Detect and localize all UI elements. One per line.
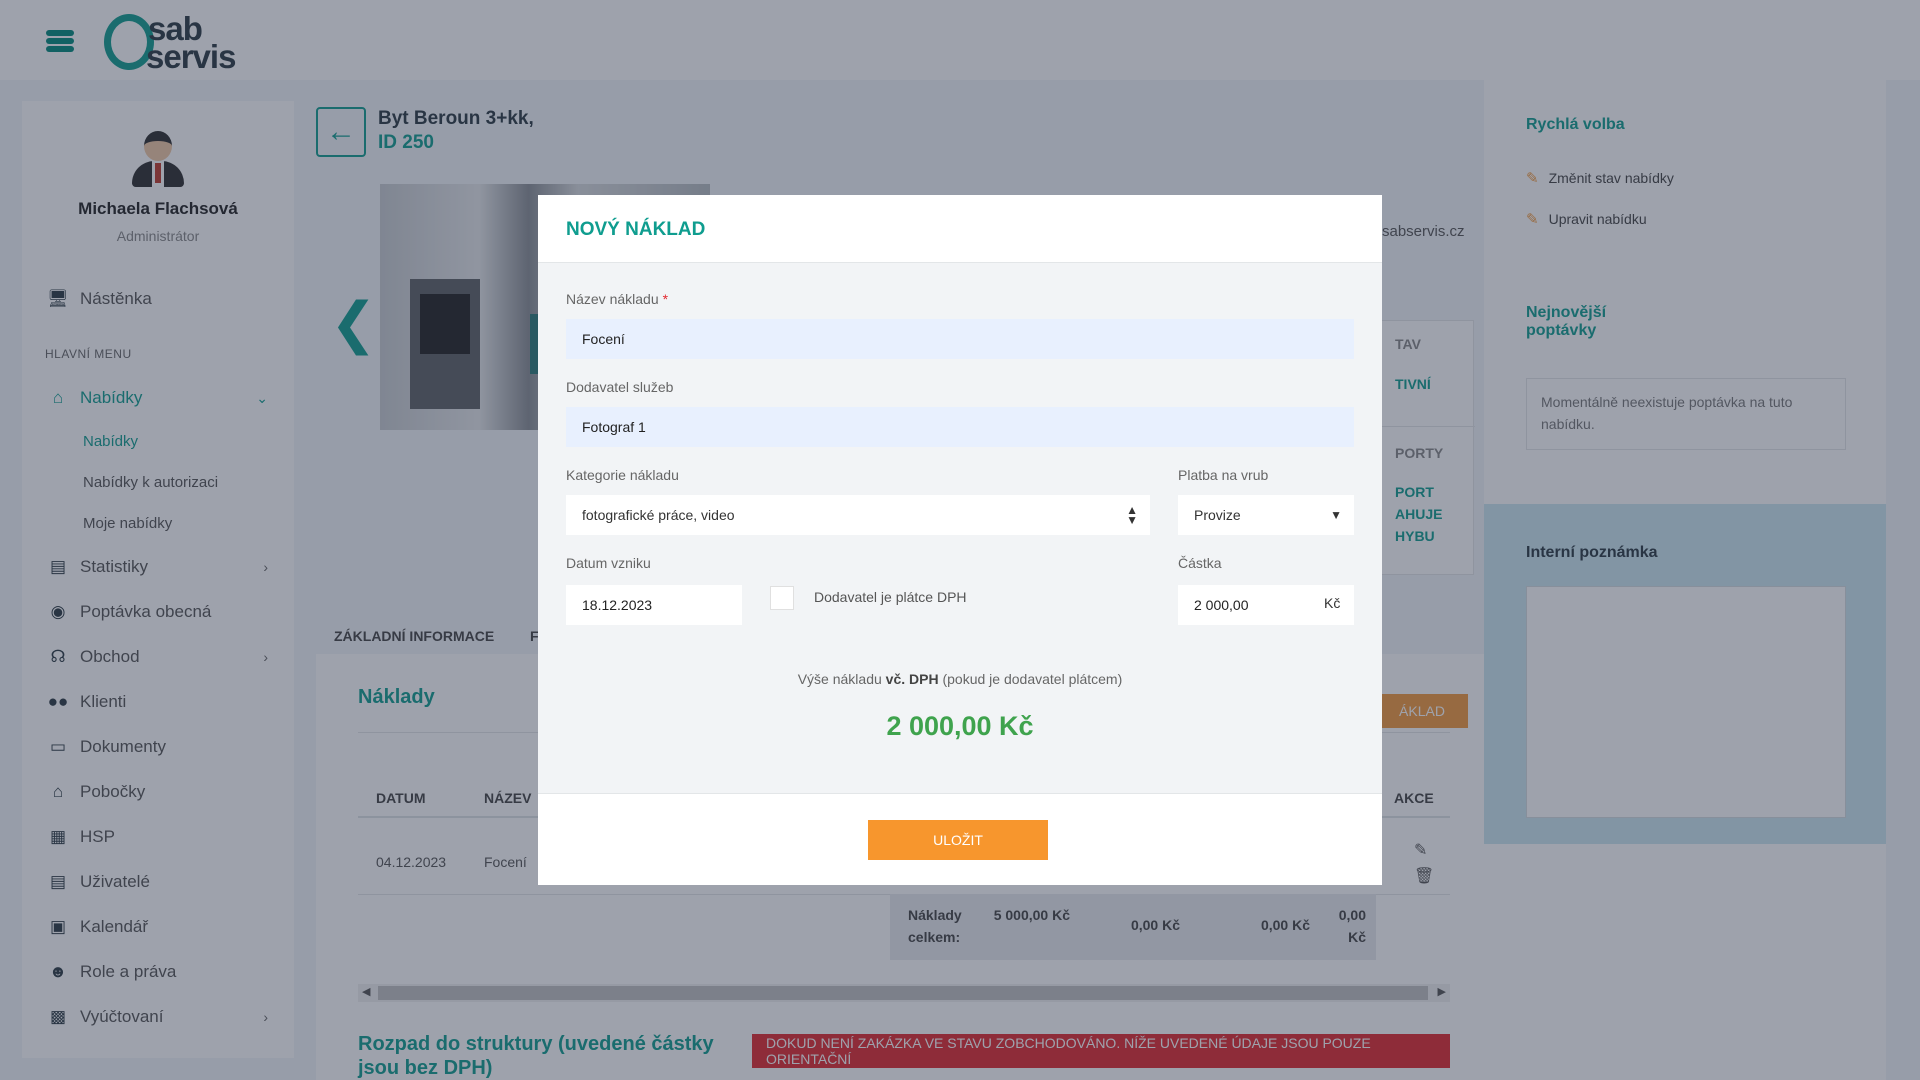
cost-name-input[interactable]: Focení	[566, 319, 1354, 359]
amount-label: Částka	[1178, 555, 1222, 571]
modal-footer: ULOŽIT	[538, 793, 1382, 885]
new-cost-modal: NOVÝ NÁKLAD Název nákladu * Focení Dodava…	[538, 195, 1382, 885]
payment-select[interactable]: Provize ▼	[1178, 495, 1354, 535]
caret-down-icon: ▼	[1330, 508, 1342, 522]
vat-payer-label[interactable]: Dodavatel je plátce DPH	[814, 589, 967, 605]
category-select[interactable]: fotografické práce, video ▲ ▼	[566, 495, 1150, 535]
vat-payer-checkbox[interactable]	[770, 586, 794, 610]
total-note: Výše nákladu vč. DPH (pokud je dodavatel…	[797, 671, 1123, 687]
payment-label: Platba na vrub	[1178, 467, 1269, 483]
save-button[interactable]: ULOŽIT	[868, 820, 1048, 860]
date-input[interactable]: 18.12.2023	[566, 585, 742, 625]
date-label: Datum vzniku	[566, 555, 651, 571]
amount-unit: Kč	[1324, 595, 1341, 611]
cost-name-label: Název nákladu *	[566, 291, 669, 307]
supplier-input[interactable]: Fotograf 1	[566, 407, 1354, 447]
total-amount: 2 000,00 Kč	[886, 711, 1034, 741]
modal-title: NOVÝ NÁKLAD	[566, 219, 706, 240]
supplier-label: Dodavatel služeb	[566, 379, 674, 395]
modal-header: NOVÝ NÁKLAD	[538, 195, 1382, 263]
category-label: Kategorie nákladu	[566, 467, 679, 483]
select-updown-icon: ▲ ▼	[1126, 503, 1138, 527]
